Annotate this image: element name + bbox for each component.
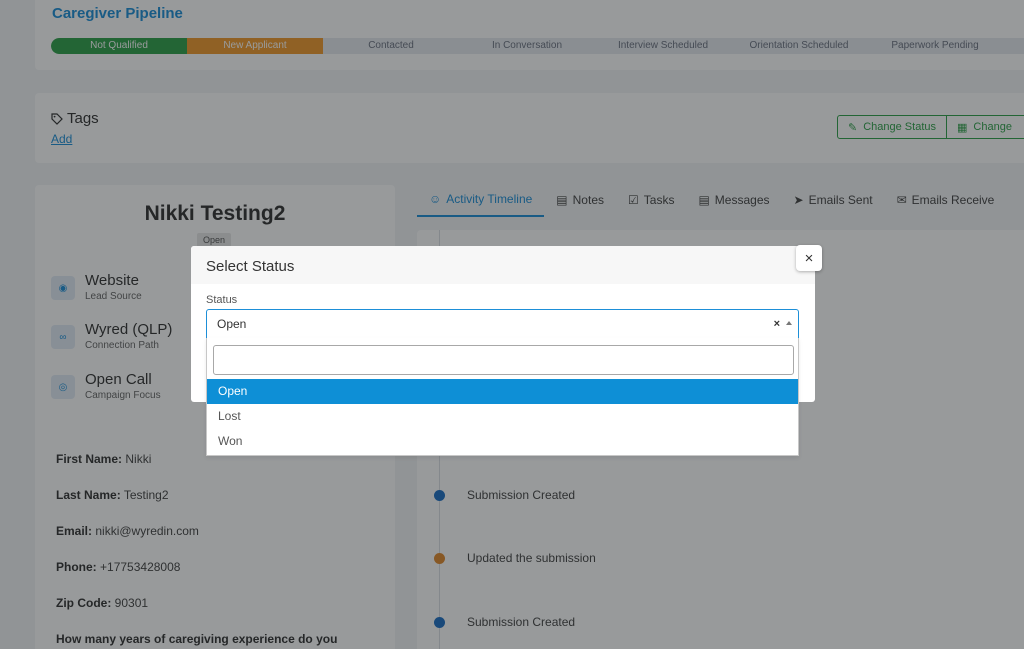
status-label: Status [206,294,238,306]
dropdown-search-input[interactable] [213,345,794,375]
status-select[interactable]: Open × [206,309,799,339]
caret-up-icon[interactable] [786,321,792,325]
option-open[interactable]: Open [207,379,798,404]
clear-icon[interactable]: × [774,318,780,330]
option-won[interactable]: Won [207,429,798,454]
modal-title: Select Status [191,246,815,284]
close-icon[interactable]: × [796,245,822,271]
option-lost[interactable]: Lost [207,404,798,429]
status-select-value: Open [217,317,247,331]
status-dropdown: Open Lost Won [206,338,799,456]
